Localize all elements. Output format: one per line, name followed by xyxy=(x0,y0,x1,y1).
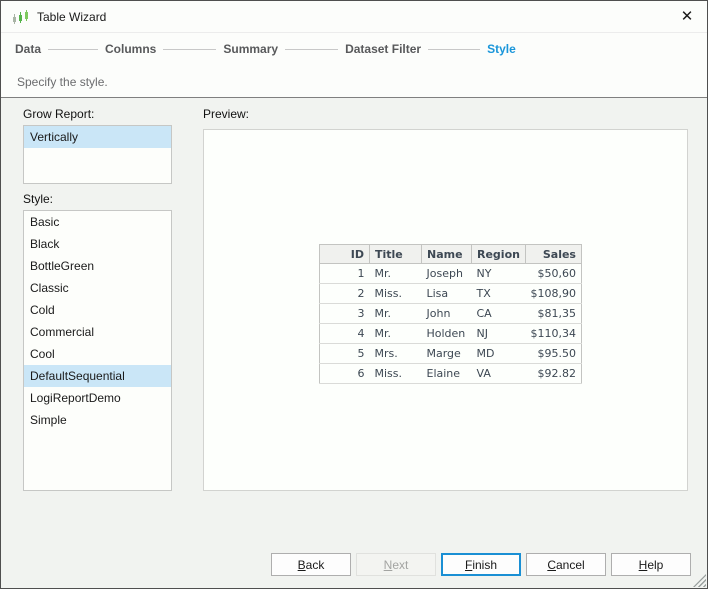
header-sales: Sales xyxy=(524,244,582,264)
cell-sales: $92.82 xyxy=(525,363,582,384)
grow-report-label: Grow Report: xyxy=(23,107,95,121)
style-option-black[interactable]: Black xyxy=(24,233,171,255)
table-row: 3 Mr. John CA $81,35 xyxy=(319,303,582,324)
finish-button[interactable]: Finish xyxy=(441,553,521,576)
header-region: Region xyxy=(471,244,526,264)
cell-region: NJ xyxy=(471,323,526,344)
window-title: Table Wizard xyxy=(37,10,107,24)
header-name: Name xyxy=(421,244,472,264)
style-option-simple[interactable]: Simple xyxy=(24,409,171,431)
cell-region: NY xyxy=(471,263,526,284)
resize-grip[interactable] xyxy=(693,574,706,587)
cell-name: Elaine xyxy=(421,363,472,384)
next-button: Next xyxy=(356,553,436,576)
cancel-button[interactable]: Cancel xyxy=(526,553,606,576)
cell-sales: $95.50 xyxy=(525,343,582,364)
cell-title: Mr. xyxy=(369,323,422,344)
table-row: 2 Miss. Lisa TX $108,90 xyxy=(319,283,582,304)
cell-name: John xyxy=(421,303,472,324)
style-option-defaultsequential[interactable]: DefaultSequential xyxy=(24,365,171,387)
help-button[interactable]: Help xyxy=(611,553,691,576)
step-style[interactable]: Style xyxy=(487,42,516,56)
table-header-row: ID Title Name Region Sales xyxy=(319,244,582,264)
style-option-commercial[interactable]: Commercial xyxy=(24,321,171,343)
cell-id: 1 xyxy=(319,263,370,284)
cell-name: Holden xyxy=(421,323,472,344)
preview-table: ID Title Name Region Sales 1 Mr. Joseph … xyxy=(319,244,582,384)
finish-button-label: Finish xyxy=(464,557,498,572)
header-id: ID xyxy=(319,244,370,264)
style-option-bottlegreen[interactable]: BottleGreen xyxy=(24,255,171,277)
wizard-steps: Data Columns Summary Dataset Filter Styl… xyxy=(15,42,516,56)
cell-id: 6 xyxy=(319,363,370,384)
cell-id: 4 xyxy=(319,323,370,344)
step-summary[interactable]: Summary xyxy=(223,42,278,56)
app-chart-icon xyxy=(13,10,28,24)
title-bar: Table Wizard ✕ xyxy=(1,1,707,33)
cell-region: TX xyxy=(471,283,526,304)
back-button-label: Back xyxy=(297,557,325,572)
step-dataset-filter[interactable]: Dataset Filter xyxy=(345,42,421,56)
style-listbox: Basic Black BottleGreen Classic Cold Com… xyxy=(23,210,172,491)
step-connector xyxy=(163,48,217,50)
step-data[interactable]: Data xyxy=(15,42,41,56)
table-row: 5 Mrs. Marge MD $95.50 xyxy=(319,343,582,364)
next-button-label: Next xyxy=(383,557,409,572)
close-icon[interactable]: ✕ xyxy=(669,1,705,31)
table-wizard-dialog: Table Wizard ✕ Data Columns Summary Data… xyxy=(0,0,708,589)
cell-title: Mrs. xyxy=(369,343,422,364)
cell-id: 5 xyxy=(319,343,370,364)
table-row: 6 Miss. Elaine VA $92.82 xyxy=(319,363,582,384)
help-button-label: Help xyxy=(638,557,664,572)
cell-sales: $110,34 xyxy=(525,323,582,344)
cell-title: Miss. xyxy=(369,363,422,384)
style-label: Style: xyxy=(23,192,54,206)
cell-region: MD xyxy=(471,343,526,364)
style-option-basic[interactable]: Basic xyxy=(24,211,171,233)
cell-sales: $50,60 xyxy=(525,263,582,284)
preview-area: ID Title Name Region Sales 1 Mr. Joseph … xyxy=(203,129,688,491)
cell-name: Joseph xyxy=(421,263,472,284)
cell-id: 2 xyxy=(319,283,370,304)
back-button[interactable]: Back xyxy=(271,553,351,576)
cell-id: 3 xyxy=(319,303,370,324)
grow-report-listbox: Vertically xyxy=(23,125,172,184)
style-option-logireportdemo[interactable]: LogiReportDemo xyxy=(24,387,171,409)
cell-title: Mr. xyxy=(369,303,422,324)
table-row: 4 Mr. Holden NJ $110,34 xyxy=(319,323,582,344)
step-connector xyxy=(48,48,99,50)
cell-name: Marge xyxy=(421,343,472,364)
cell-title: Mr. xyxy=(369,263,422,284)
cell-name: Lisa xyxy=(421,283,472,304)
style-option-classic[interactable]: Classic xyxy=(24,277,171,299)
cell-sales: $108,90 xyxy=(525,283,582,304)
step-columns[interactable]: Columns xyxy=(105,42,156,56)
cell-sales: $81,35 xyxy=(525,303,582,324)
cell-title: Miss. xyxy=(369,283,422,304)
step-description: Specify the style. xyxy=(17,75,108,89)
step-connector xyxy=(428,48,481,50)
cell-region: CA xyxy=(471,303,526,324)
cancel-button-label: Cancel xyxy=(547,557,585,572)
header-title: Title xyxy=(369,244,422,264)
table-row: 1 Mr. Joseph NY $50,60 xyxy=(319,263,582,284)
style-option-cool[interactable]: Cool xyxy=(24,343,171,365)
step-connector xyxy=(285,48,339,50)
preview-label: Preview: xyxy=(203,107,250,121)
grow-report-option-vertically[interactable]: Vertically xyxy=(24,126,171,148)
style-option-cold[interactable]: Cold xyxy=(24,299,171,321)
cell-region: VA xyxy=(471,363,526,384)
dialog-header: Table Wizard ✕ Data Columns Summary Data… xyxy=(1,1,707,98)
